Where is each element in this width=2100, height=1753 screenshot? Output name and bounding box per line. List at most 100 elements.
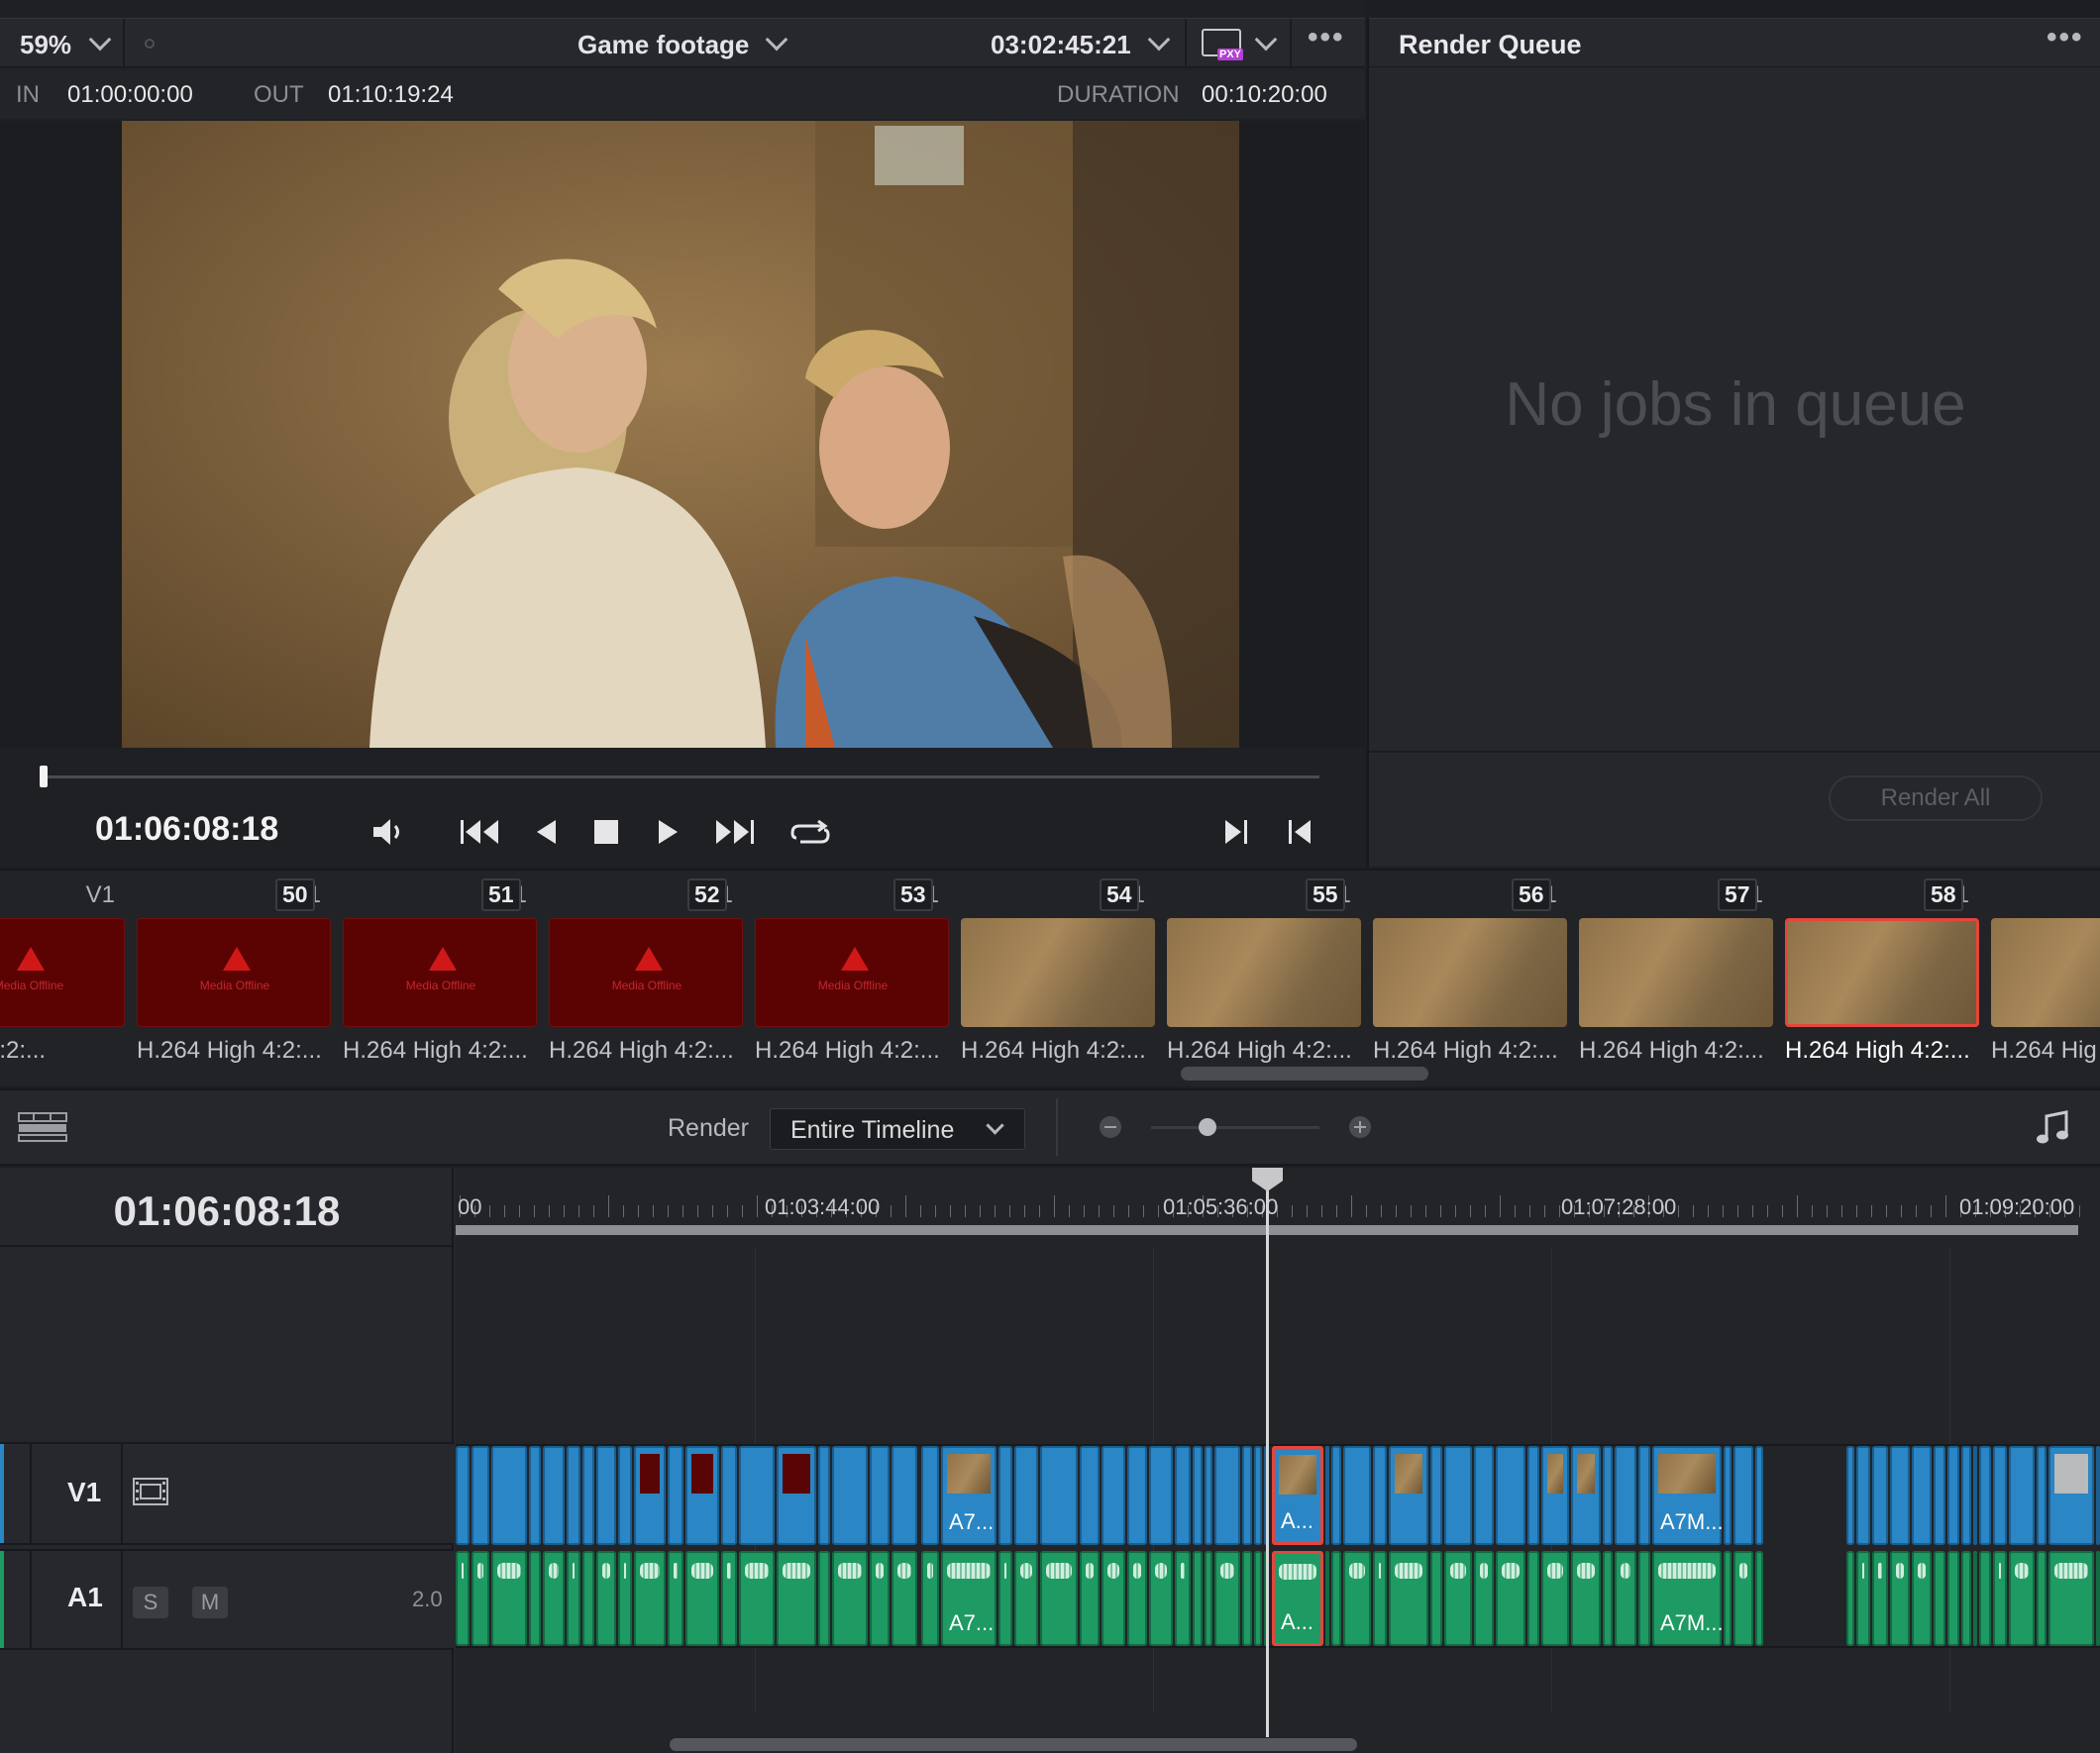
chevron-down-icon[interactable] [1254, 28, 1278, 52]
play-reverse-icon[interactable] [531, 812, 561, 852]
timeline-video-clip[interactable]: A7M... [1652, 1446, 1724, 1545]
zoom-level[interactable]: 59% [20, 30, 71, 60]
timeline-video-clip[interactable] [892, 1446, 917, 1545]
timeline-video-clip[interactable] [634, 1446, 666, 1545]
timeline-video-clip[interactable] [1193, 1446, 1203, 1545]
timeline-audio-clip[interactable]: A... [1272, 1551, 1323, 1646]
timeline-video-clip[interactable] [921, 1446, 939, 1545]
timeline-video-clip[interactable]: A7... [941, 1446, 997, 1545]
timeline-audio-clip[interactable] [1214, 1551, 1240, 1646]
timeline-video-clip[interactable] [1331, 1446, 1341, 1545]
skip-to-start-icon[interactable] [458, 812, 501, 852]
timeline-audio-clip[interactable] [1014, 1551, 1038, 1646]
timeline-video-clip[interactable] [1014, 1446, 1038, 1545]
timeline-audio-clip[interactable] [1040, 1551, 1078, 1646]
render-all-button[interactable]: Render All [1829, 775, 2043, 821]
more-dots-icon[interactable]: ••• [1308, 21, 1345, 54]
timeline-video-clip[interactable] [1444, 1446, 1472, 1545]
timeline-video-clip[interactable] [1040, 1446, 1078, 1545]
timeline-video-clip[interactable] [456, 1446, 470, 1545]
timeline-audio-clip[interactable] [685, 1551, 719, 1646]
timeline-video-clip[interactable] [1724, 1446, 1732, 1545]
source-timecode[interactable]: 03:02:45:21 [991, 30, 1131, 60]
timeline-audio-clip[interactable] [596, 1551, 616, 1646]
timeline-audio-clip[interactable] [634, 1551, 666, 1646]
timeline-audio-clip[interactable] [1254, 1551, 1262, 1646]
scrub-handle[interactable] [40, 766, 48, 787]
timeline-audio-clip[interactable] [721, 1551, 737, 1646]
timeline-video-clip[interactable] [1175, 1446, 1191, 1545]
zoom-slider-track[interactable] [1151, 1126, 1319, 1129]
timeline-audio-clip[interactable] [1961, 1551, 1971, 1646]
timeline-video-clip[interactable] [1127, 1446, 1147, 1545]
timeline-audio-clip[interactable] [1331, 1551, 1341, 1646]
timeline-video-clip[interactable] [529, 1446, 541, 1545]
timeline-audio-clip[interactable] [1979, 1551, 1991, 1646]
solo-button[interactable]: S [133, 1587, 168, 1618]
playhead-line[interactable] [1266, 1168, 1269, 1737]
mute-button[interactable]: M [192, 1587, 228, 1618]
clip-card[interactable]: V151Media OfflineH.264 High 4:2:... [343, 871, 549, 1069]
timeline-audio-clip[interactable] [1733, 1551, 1753, 1646]
timeline-video-clip[interactable] [1961, 1446, 1971, 1545]
timeline-video-clip[interactable] [870, 1446, 890, 1545]
timeline-video-clip[interactable] [1242, 1446, 1252, 1545]
clip-card[interactable]: V158H.264 High 4:2:... [1785, 871, 1991, 1069]
clip-card[interactable]: 59H.264 Hig [1991, 871, 2100, 1069]
timeline-video-clip[interactable] [582, 1446, 594, 1545]
timeline-audio-clip[interactable] [1149, 1551, 1173, 1646]
music-note-icon[interactable] [2035, 1110, 2070, 1146]
timeline-video-clip[interactable] [1430, 1446, 1442, 1545]
timeline-audio-clip[interactable] [1175, 1551, 1191, 1646]
timeline-audio-clip[interactable] [567, 1551, 580, 1646]
clip-card[interactable]: V1 Media Offline High 4:2:... [0, 871, 137, 1069]
timeline-video-clip[interactable] [777, 1446, 816, 1545]
timeline-video-clip[interactable] [2096, 1446, 2100, 1545]
timeline-audio-clip[interactable] [618, 1551, 632, 1646]
timeline-video-clip[interactable] [1254, 1446, 1262, 1545]
timeline-video-clip[interactable] [668, 1446, 683, 1545]
stop-icon[interactable] [590, 812, 622, 852]
timeline-video-clip[interactable] [832, 1446, 868, 1545]
timeline-audio-clip[interactable] [1444, 1551, 1472, 1646]
timeline-audio-clip[interactable] [1912, 1551, 1932, 1646]
timeline-audio-clip[interactable] [1890, 1551, 1910, 1646]
timeline-audio-clip[interactable] [472, 1551, 489, 1646]
timeline-audio-clip[interactable] [1205, 1551, 1212, 1646]
timeline-audio-clip[interactable] [529, 1551, 541, 1646]
timeline-audio-clip[interactable] [1430, 1551, 1442, 1646]
timeline-video-clip[interactable] [1947, 1446, 1959, 1545]
timeline-video-clip[interactable] [1474, 1446, 1494, 1545]
timeline-video-clip[interactable] [998, 1446, 1012, 1545]
zoom-out-icon[interactable] [1100, 1116, 1121, 1138]
chevron-down-icon[interactable] [1147, 28, 1171, 52]
film-strip-icon[interactable] [133, 1478, 168, 1505]
timeline-video-clip[interactable] [472, 1446, 489, 1545]
timeline-video-clip[interactable] [1755, 1446, 1763, 1545]
speaker-icon[interactable] [370, 812, 410, 852]
timeline-audio-clip[interactable] [1193, 1551, 1203, 1646]
render-range-select[interactable]: Entire Timeline [770, 1108, 1025, 1150]
timeline-video-clip[interactable] [567, 1446, 580, 1545]
timeline-audio-clip[interactable] [668, 1551, 683, 1646]
timeline-audio-clip[interactable] [1755, 1551, 1763, 1646]
timeline-audio-clip[interactable] [1724, 1551, 1732, 1646]
timeline-audio-clip[interactable] [1373, 1551, 1387, 1646]
timeline-audio-clip[interactable] [2009, 1551, 2035, 1646]
timeline-video-clip[interactable] [1496, 1446, 1525, 1545]
timeline-video-clip[interactable] [1102, 1446, 1125, 1545]
timeline-video-clip[interactable] [685, 1446, 719, 1545]
timeline-video-clip[interactable] [1343, 1446, 1371, 1545]
timeline-video-clip[interactable] [491, 1446, 527, 1545]
timeline-video-clip[interactable] [1571, 1446, 1601, 1545]
timeline-audio-clip[interactable] [1527, 1551, 1539, 1646]
more-dots-icon[interactable]: ••• [2047, 21, 2084, 54]
timeline-video-clip[interactable] [543, 1446, 565, 1545]
clip-card[interactable]: V150Media OfflineH.264 High 4:2:... [137, 871, 343, 1069]
zoom-slider-handle[interactable] [1199, 1118, 1216, 1136]
timeline-audio-clip[interactable] [1993, 1551, 2007, 1646]
timeline-video-clip[interactable] [1205, 1446, 1212, 1545]
timeline-audio-clip[interactable] [1389, 1551, 1428, 1646]
track-header-v1[interactable]: V1 [0, 1442, 454, 1545]
timeline-audio-clip[interactable] [1242, 1551, 1252, 1646]
